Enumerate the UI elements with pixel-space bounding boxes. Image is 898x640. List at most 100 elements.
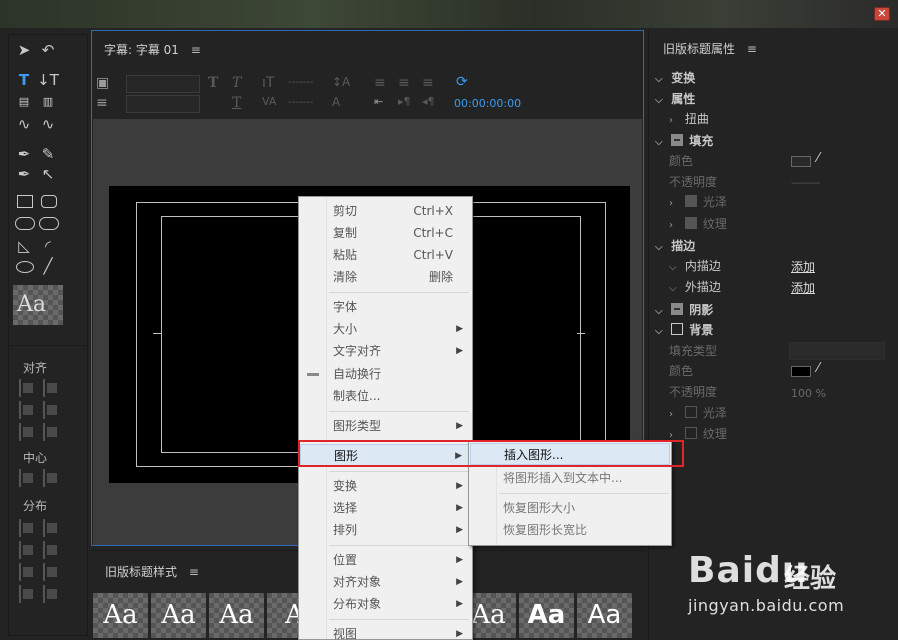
path-type-tool-icon[interactable]: ∿ (13, 115, 35, 133)
style-swatch[interactable]: Aa (577, 593, 632, 638)
distribute-right-icon[interactable] (19, 563, 37, 581)
align-right-icon[interactable] (19, 423, 37, 441)
distribute-bottom-icon[interactable] (43, 563, 61, 581)
fill-checkbox[interactable] (671, 134, 684, 146)
font-style-select[interactable] (126, 95, 200, 113)
background-checkbox[interactable] (671, 323, 684, 335)
rectangle-tool-icon[interactable] (17, 195, 33, 208)
center-horizontal-icon[interactable] (19, 469, 37, 487)
panel-menu-icon[interactable]: ≡ (191, 43, 201, 57)
timecode-display[interactable]: 00:00:00:00 (454, 97, 521, 110)
distribute-hspace-icon[interactable] (19, 585, 37, 603)
fill-opacity-value[interactable]: ----------- (791, 178, 821, 189)
shadow-checkbox[interactable] (671, 303, 684, 315)
menu-item-transform[interactable]: 变换 ▶ (300, 475, 471, 497)
styles-menu-icon[interactable]: ≡ (189, 565, 199, 579)
rotate-tool-icon[interactable]: ↶ (37, 41, 59, 59)
bold-icon[interactable]: T (208, 75, 218, 91)
transform-section[interactable]: ⌵ 变换 (655, 68, 695, 88)
show-video-icon[interactable]: ⟳ (456, 74, 468, 90)
stroke-section[interactable]: ⌵ 描边 (655, 236, 695, 256)
close-button[interactable]: ✕ (874, 7, 890, 21)
underline-icon[interactable]: T (232, 95, 241, 111)
font-size-icon[interactable]: ıT (262, 75, 274, 91)
style-swatch[interactable]: Aa (151, 593, 206, 638)
menu-item-text-align[interactable]: 文字对齐 ▶ (300, 340, 471, 362)
align-left-icon[interactable] (19, 379, 37, 397)
background-section[interactable]: ⌵ 背景 (655, 320, 713, 340)
type-tool-icon[interactable]: T (13, 71, 35, 89)
arc-tool-icon[interactable]: ◜ (37, 237, 59, 255)
distribute-vcenter-icon[interactable] (43, 541, 61, 559)
distort-row[interactable]: › 扭曲 (669, 109, 709, 129)
submenu-item-insert-graphic-in-text[interactable]: 将图形插入到文本中... (470, 467, 670, 489)
align-vcenter-icon[interactable] (43, 401, 61, 419)
selection-tool-icon[interactable]: ➤ (13, 41, 35, 59)
italic-icon[interactable]: T (232, 75, 241, 91)
style-swatch[interactable]: Aa (519, 593, 574, 638)
properties-section[interactable]: ⌵ 属性 (655, 89, 695, 109)
outer-stroke-add-link[interactable]: 添加 (791, 279, 815, 296)
font-family-select[interactable] (126, 75, 200, 93)
convert-anchor-tool-icon[interactable]: ↖ (37, 165, 59, 183)
menu-item-paste[interactable]: 粘贴 Ctrl+V (300, 244, 471, 266)
style-swatch[interactable]: Aa (93, 593, 148, 638)
vertical-type-tool-icon[interactable]: ↓T (37, 71, 59, 89)
menu-item-distribute-objects[interactable]: 分布对象 ▶ (300, 593, 471, 615)
tab-right-icon[interactable]: ◂¶ (422, 95, 435, 108)
tab-left-icon[interactable]: ▸¶ (398, 95, 411, 108)
menu-item-size[interactable]: 大小 ▶ (300, 318, 471, 340)
menu-item-copy[interactable]: 复制 Ctrl+C (300, 222, 471, 244)
fill-type-select[interactable] (789, 342, 885, 360)
submenu-item-restore-graphic-size[interactable]: 恢复图形大小 (470, 497, 670, 519)
distribute-left-icon[interactable] (19, 519, 37, 537)
bg-gloss-checkbox[interactable] (684, 406, 697, 418)
pen-tool-icon[interactable]: ✒ (13, 145, 35, 163)
fill-gloss-row[interactable]: › 光泽 (669, 192, 727, 212)
style-swatch[interactable]: Aa (209, 593, 264, 638)
title-panel-tab[interactable]: 字幕: 字幕 01 ≡ (104, 41, 201, 58)
area-type-tool-icon[interactable]: ▤ (13, 93, 35, 111)
rounded-rect-tool-icon[interactable] (41, 195, 57, 208)
new-title-icon[interactable]: ▣ (96, 75, 109, 91)
gloss-checkbox[interactable] (684, 195, 697, 207)
menu-item-position[interactable]: 位置 ▶ (300, 549, 471, 571)
inner-stroke-row[interactable]: ⌵ 内描边 (669, 256, 721, 276)
delete-anchor-tool-icon[interactable]: ✎ (37, 145, 59, 163)
align-hcenter-icon[interactable] (19, 401, 37, 419)
bg-opacity-value[interactable]: 100 % (791, 387, 826, 400)
add-anchor-tool-icon[interactable]: ✒ (13, 165, 35, 183)
bg-gloss-row[interactable]: › 光泽 (669, 403, 727, 423)
menu-item-graphic-type[interactable]: 图形类型 ▶ (300, 415, 471, 437)
submenu-item-restore-aspect-ratio[interactable]: 恢复图形长宽比 (470, 519, 670, 541)
vertical-area-type-tool-icon[interactable]: ▥ (37, 93, 59, 111)
properties-menu-icon[interactable]: ≡ (747, 42, 757, 56)
outer-stroke-row[interactable]: ⌵ 外描边 (669, 277, 721, 297)
center-vertical-icon[interactable] (43, 469, 61, 487)
menu-item-clear[interactable]: 清除 删除 (300, 266, 471, 288)
align-top-icon[interactable] (43, 379, 61, 397)
menu-item-view[interactable]: 视图 ▶ (300, 623, 471, 640)
distribute-vspace-icon[interactable] (43, 585, 61, 603)
ellipse-tool-icon[interactable] (16, 261, 34, 273)
clipped-corner-tool-icon[interactable] (15, 217, 35, 230)
kerning-icon[interactable]: VA (262, 95, 276, 108)
rounded-corner-tool-icon[interactable] (39, 217, 59, 230)
menu-item-select[interactable]: 选择 ▶ (300, 497, 471, 519)
align-right-text-icon[interactable]: ≡ (422, 75, 434, 91)
menu-item-arrange[interactable]: 排列 ▶ (300, 519, 471, 541)
vertical-path-type-tool-icon[interactable]: ∿ (37, 115, 59, 133)
distribute-hcenter-icon[interactable] (19, 541, 37, 559)
inner-stroke-add-link[interactable]: 添加 (791, 258, 815, 275)
fill-color-swatch[interactable] (791, 156, 811, 167)
align-bottom-icon[interactable] (43, 423, 61, 441)
baseline-icon[interactable]: A (332, 95, 340, 109)
leading-icon[interactable]: ↕A (332, 75, 350, 89)
tab-stops-icon[interactable]: ⇤ (374, 95, 383, 108)
texture-checkbox[interactable] (684, 217, 697, 229)
menu-item-tab-stops[interactable]: 制表位... (300, 385, 471, 407)
align-center-text-icon[interactable]: ≡ (398, 75, 410, 91)
menu-item-font[interactable]: 字体 (300, 296, 471, 318)
bg-texture-checkbox[interactable] (684, 427, 697, 439)
menu-item-word-wrap[interactable]: 自动换行 (300, 363, 471, 385)
